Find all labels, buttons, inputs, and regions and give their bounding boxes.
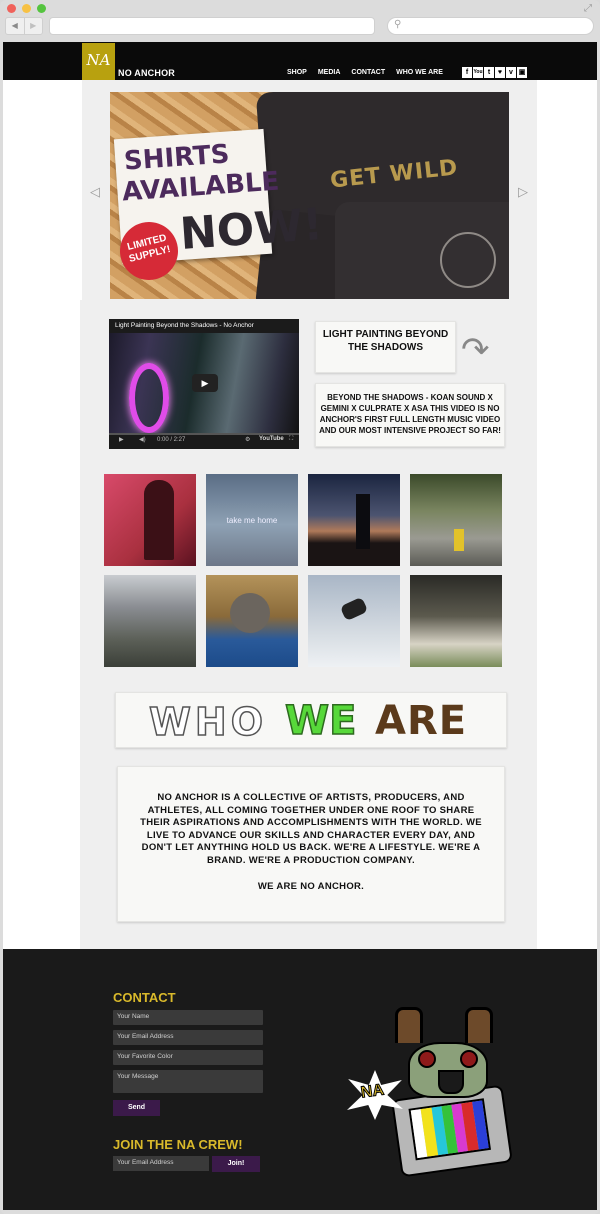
we-heading: WE (284, 697, 357, 745)
zombie-eye (460, 1050, 478, 1068)
video-title[interactable]: Light Painting Beyond the Shadows - No A… (115, 322, 254, 329)
fullscreen-icon[interactable]: ⤢ (584, 3, 592, 14)
browser-chrome: ⤢ ◀ ▶ ⚲ (0, 0, 600, 42)
burst-logo-text: NA (359, 1081, 386, 1102)
gallery-tile[interactable] (104, 575, 196, 667)
minimize-window-dot[interactable] (22, 4, 31, 13)
skull-graphic-icon (440, 232, 496, 288)
tv-screen (408, 1098, 491, 1161)
video-progress-bar[interactable] (109, 433, 299, 435)
browser-window: ⤢ ◀ ▶ ⚲ NA NO ANCHOR SHOP MEDIA CONTACT … (0, 0, 600, 1214)
hero-slide[interactable]: GET WILD SHIRTS AVAILABLE NOW! LIMITED S… (110, 92, 509, 299)
tile-caption: take me home (226, 516, 278, 525)
settings-icon[interactable]: ⚙ (245, 436, 250, 443)
are-heading: ARE (375, 698, 468, 744)
about-text-card: NO ANCHOR IS A COLLECTIVE OF ARTISTS, PR… (117, 766, 505, 922)
gallery-tile[interactable] (308, 575, 400, 667)
who-heading: WHO (148, 699, 268, 745)
forward-icon[interactable]: ▶ (23, 18, 43, 34)
slider-next-icon[interactable]: ▷ (518, 184, 528, 200)
hero-headline: NOW! (178, 199, 325, 260)
vimeo-icon[interactable]: v (506, 67, 516, 78)
back-icon[interactable]: ◀ (6, 18, 24, 34)
menu-item-who-we-are[interactable]: WHO WE ARE (396, 69, 443, 76)
about-tagline: WE ARE NO ANCHOR. (257, 881, 365, 892)
join-heading: JOIN THE NA CREW! (113, 1137, 243, 1152)
main-menu: SHOP MEDIA CONTACT WHO WE ARE (287, 69, 443, 76)
site-logo[interactable]: NA (82, 43, 115, 80)
video-player[interactable]: Light Painting Beyond the Shadows - No A… (109, 319, 299, 449)
history-buttons: ◀ ▶ (5, 17, 43, 35)
join-email-field[interactable]: Your Email Address (113, 1156, 209, 1171)
video-controls: ▶ ◀) 0:00 / 2:27 ⚙ YouTube ⛶ (109, 433, 299, 449)
gallery-tile[interactable] (206, 575, 298, 667)
gallery-tile[interactable] (410, 575, 502, 667)
about-paragraph: NO ANCHOR IS A COLLECTIVE OF ARTISTS, PR… (140, 792, 482, 866)
menu-item-media[interactable]: MEDIA (318, 69, 341, 76)
gallery-tile[interactable] (410, 474, 502, 566)
zombie-mascot (408, 1042, 488, 1098)
instagram-icon[interactable]: ▣ (517, 67, 527, 78)
browser-search-bar[interactable]: ⚲ (387, 17, 594, 35)
slider-prev-icon[interactable]: ◁ (90, 184, 100, 200)
volume-icon[interactable]: ◀) (139, 436, 146, 443)
menu-item-shop[interactable]: SHOP (287, 69, 307, 76)
close-window-dot[interactable] (7, 4, 16, 13)
maximize-window-dot[interactable] (37, 4, 46, 13)
tumblr-icon[interactable]: t (484, 67, 494, 78)
join-button[interactable]: Join! (212, 1156, 260, 1172)
youtube-logo[interactable]: YouTube (259, 436, 284, 442)
zombie-eye (418, 1050, 436, 1068)
light-trail-graphic (129, 363, 169, 433)
feature-description: BEYOND THE SHADOWS - KOAN SOUND X GEMINI… (315, 383, 505, 447)
address-bar[interactable] (49, 17, 375, 35)
name-field[interactable]: Your Name (113, 1010, 263, 1025)
gallery-tile[interactable] (104, 474, 196, 566)
facebook-icon[interactable]: f (462, 67, 472, 78)
send-button[interactable]: Send (113, 1100, 160, 1116)
search-icon: ⚲ (394, 19, 402, 30)
message-field[interactable]: Your Message (113, 1070, 263, 1093)
feature-title: LIGHT PAINTING BEYOND THE SHADOWS (315, 321, 456, 373)
video-time: 0:00 / 2:27 (157, 437, 186, 443)
youtube-icon[interactable]: You (473, 67, 483, 78)
antler-graphic (465, 1007, 493, 1043)
fullscreen-icon[interactable]: ⛶ (289, 436, 293, 443)
play-small-icon[interactable]: ▶ (119, 436, 124, 443)
site-footer: CONTACT Your Name Your Email Address You… (3, 949, 597, 1210)
contact-heading: CONTACT (113, 990, 176, 1005)
brand-name[interactable]: NO ANCHOR (118, 68, 175, 78)
play-icon[interactable]: ▶ (192, 374, 218, 392)
curved-arrow-icon: ↷ (461, 331, 490, 369)
heart-icon[interactable]: ♥ (495, 67, 505, 78)
zombie-mouth (438, 1070, 464, 1094)
page-viewport: NA NO ANCHOR SHOP MEDIA CONTACT WHO WE A… (3, 42, 597, 1210)
tv-graphic (391, 1084, 513, 1178)
gallery-tile[interactable]: take me home (206, 474, 298, 566)
favorite-color-field[interactable]: Your Favorite Color (113, 1050, 263, 1065)
antler-graphic (395, 1007, 423, 1043)
gallery-tile[interactable] (308, 474, 400, 566)
email-field[interactable]: Your Email Address (113, 1030, 263, 1045)
top-navigation: NA NO ANCHOR SHOP MEDIA CONTACT WHO WE A… (3, 42, 597, 80)
menu-item-contact[interactable]: CONTACT (351, 69, 385, 76)
social-links: f You t ♥ v ▣ (462, 67, 527, 78)
